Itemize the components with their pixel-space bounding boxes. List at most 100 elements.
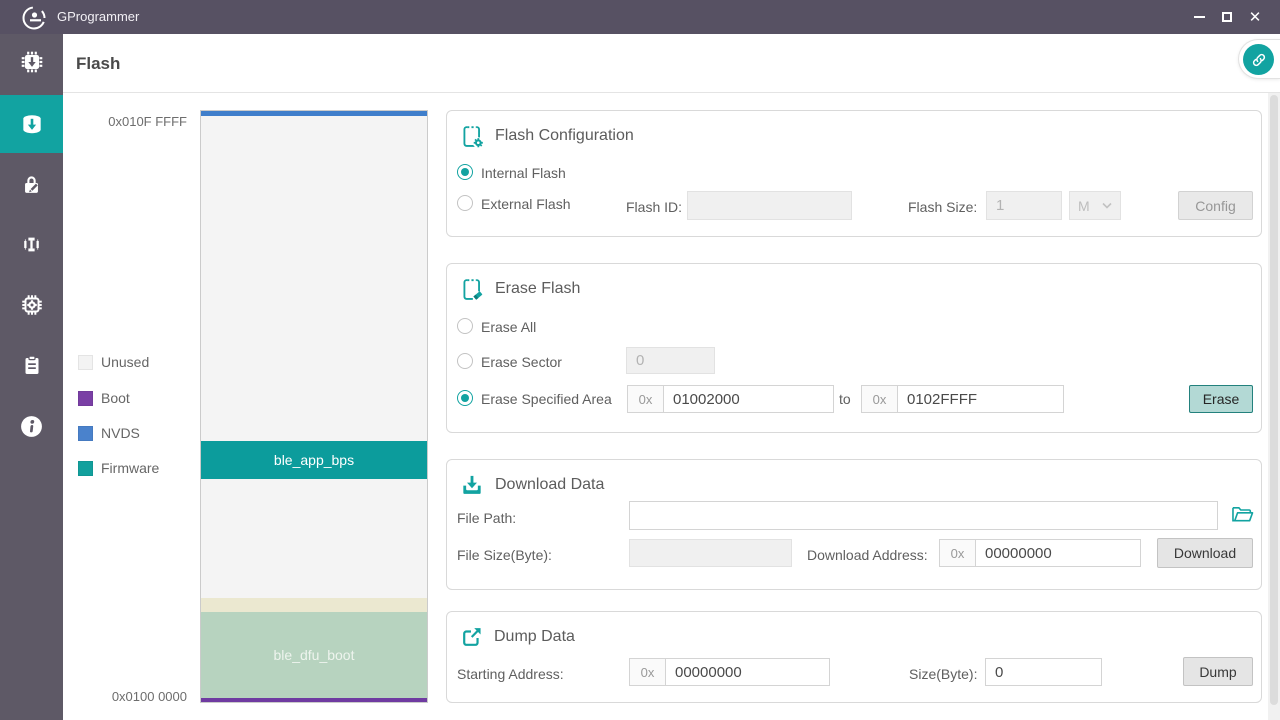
gprogrammer-window: GProgrammer ✕	[0, 0, 1280, 720]
link-icon	[1250, 51, 1268, 69]
map-bottom-address: 0x0100 0000	[77, 689, 187, 704]
panel-title: Download Data	[495, 476, 604, 494]
panel-title: Flash Configuration	[495, 127, 634, 145]
unit-value: M	[1078, 198, 1090, 214]
flash-size-label: Flash Size:	[908, 199, 977, 215]
erase-sector-radio[interactable]	[457, 353, 473, 369]
maximize-icon	[1222, 12, 1232, 22]
flash-id-label: Flash ID:	[626, 199, 682, 215]
minimize-icon	[1194, 16, 1205, 18]
connect-button[interactable]	[1243, 44, 1274, 75]
page-header: Flash	[63, 34, 1280, 93]
app-title: GProgrammer	[57, 0, 139, 34]
sidebar-item-encrypt-sign[interactable]	[0, 160, 63, 208]
legend-label: Unused	[101, 354, 149, 370]
dump-size-input[interactable]	[985, 658, 1102, 686]
starting-address-label: Starting Address:	[457, 666, 564, 682]
flash-size-input[interactable]	[986, 191, 1062, 220]
folder-open-icon	[1231, 504, 1254, 524]
starting-address-input[interactable]	[665, 658, 830, 686]
erase-all-radio[interactable]	[457, 318, 473, 334]
map-segment-unused	[201, 116, 427, 441]
pins-connector-icon	[19, 232, 44, 257]
maximize-button[interactable]	[1212, 0, 1242, 34]
goodix-logo-icon	[21, 5, 47, 31]
erase-from-input[interactable]	[663, 385, 834, 413]
file-size-label: File Size(Byte):	[457, 547, 552, 563]
page-title: Flash	[76, 34, 120, 93]
erase-flash-panel: Erase Flash Erase All Erase Sector Erase…	[446, 263, 1262, 433]
legend-swatch-boot	[78, 391, 93, 406]
chip-gear-icon	[19, 292, 45, 318]
close-button[interactable]: ✕	[1240, 0, 1270, 34]
erase-flash-icon	[459, 276, 485, 302]
legend-item-boot: Boot	[78, 390, 130, 406]
hex-prefix-box: 0x	[861, 385, 897, 413]
sidebar-item-chip-config[interactable]	[0, 281, 63, 329]
download-button[interactable]: Download	[1157, 538, 1253, 568]
to-label: to	[839, 391, 851, 407]
connect-pill	[1238, 39, 1280, 79]
vertical-scrollbar[interactable]	[1268, 93, 1280, 720]
flash-storage-icon	[19, 111, 45, 137]
internal-flash-label: Internal Flash	[481, 165, 566, 181]
map-segment-boot-strip	[201, 698, 427, 702]
erase-specified-area-label: Erase Specified Area	[481, 391, 612, 407]
hex-prefix-box: 0x	[939, 539, 975, 567]
external-flash-label: External Flash	[481, 196, 570, 212]
legend-swatch-firmware	[78, 461, 93, 476]
download-data-icon	[459, 472, 485, 498]
panel-title: Dump Data	[494, 628, 575, 646]
dump-size-label: Size(Byte):	[909, 666, 977, 682]
file-path-label: File Path:	[457, 510, 516, 526]
erase-to-input[interactable]	[897, 385, 1064, 413]
sidebar-item-about[interactable]	[0, 402, 63, 450]
legend-label: Firmware	[101, 460, 159, 476]
download-address-label: Download Address:	[807, 547, 928, 563]
legend-label: NVDS	[101, 425, 140, 441]
flash-id-input[interactable]	[687, 191, 852, 220]
sidebar-item-log[interactable]	[0, 341, 63, 389]
map-segment-unused	[201, 479, 427, 598]
dump-button[interactable]: Dump	[1183, 657, 1253, 686]
config-button[interactable]: Config	[1178, 191, 1253, 220]
hex-prefix-box: 0x	[629, 658, 665, 686]
download-data-panel: Download Data File Path: File Size(Byte)…	[446, 459, 1262, 590]
file-path-input[interactable]	[629, 501, 1218, 530]
scrollbar-thumb[interactable]	[1270, 95, 1278, 705]
legend-item-nvds: NVDS	[78, 425, 140, 441]
erase-button[interactable]: Erase	[1189, 385, 1253, 413]
browse-file-button[interactable]	[1231, 504, 1254, 529]
hex-prefix-box: 0x	[627, 385, 663, 413]
clipboard-icon	[20, 353, 44, 377]
legend-swatch-unused	[78, 355, 93, 370]
map-top-address: 0x010F FFFF	[77, 114, 187, 129]
erase-all-label: Erase All	[481, 319, 536, 335]
sidebar-item-firmware-download[interactable]	[0, 38, 63, 86]
download-address-input[interactable]	[975, 539, 1141, 567]
erase-sector-label: Erase Sector	[481, 354, 562, 370]
map-segment-ble-app-bps[interactable]: ble_app_bps	[201, 441, 427, 479]
legend-swatch-nvds	[78, 426, 93, 441]
minimize-button[interactable]	[1184, 0, 1214, 34]
sidebar-nav	[0, 34, 63, 720]
panel-title: Erase Flash	[495, 280, 580, 298]
internal-flash-radio[interactable]	[457, 164, 473, 180]
flash-memory-map[interactable]: ble_app_bps ble_dfu_boot	[200, 110, 428, 703]
sidebar-item-flash[interactable]	[0, 95, 63, 153]
legend-item-unused: Unused	[78, 354, 149, 370]
close-icon: ✕	[1249, 10, 1262, 25]
external-flash-radio[interactable]	[457, 195, 473, 211]
sidebar-item-pins[interactable]	[0, 220, 63, 268]
legend-item-firmware: Firmware	[78, 460, 159, 476]
flash-size-unit-select[interactable]: M	[1069, 191, 1121, 220]
file-size-input[interactable]	[629, 539, 792, 567]
erase-specified-area-radio[interactable]	[457, 390, 473, 406]
flash-config-icon	[459, 123, 485, 149]
dump-data-panel: Dump Data Starting Address: 0x Size(Byte…	[446, 611, 1262, 703]
erase-sector-input[interactable]	[626, 347, 715, 374]
map-segment-ble-dfu-boot[interactable]: ble_dfu_boot	[201, 612, 427, 698]
chip-download-icon	[19, 49, 45, 75]
lock-pencil-icon	[19, 172, 44, 197]
flash-configuration-panel: Flash Configuration Internal Flash Exter…	[446, 110, 1262, 237]
